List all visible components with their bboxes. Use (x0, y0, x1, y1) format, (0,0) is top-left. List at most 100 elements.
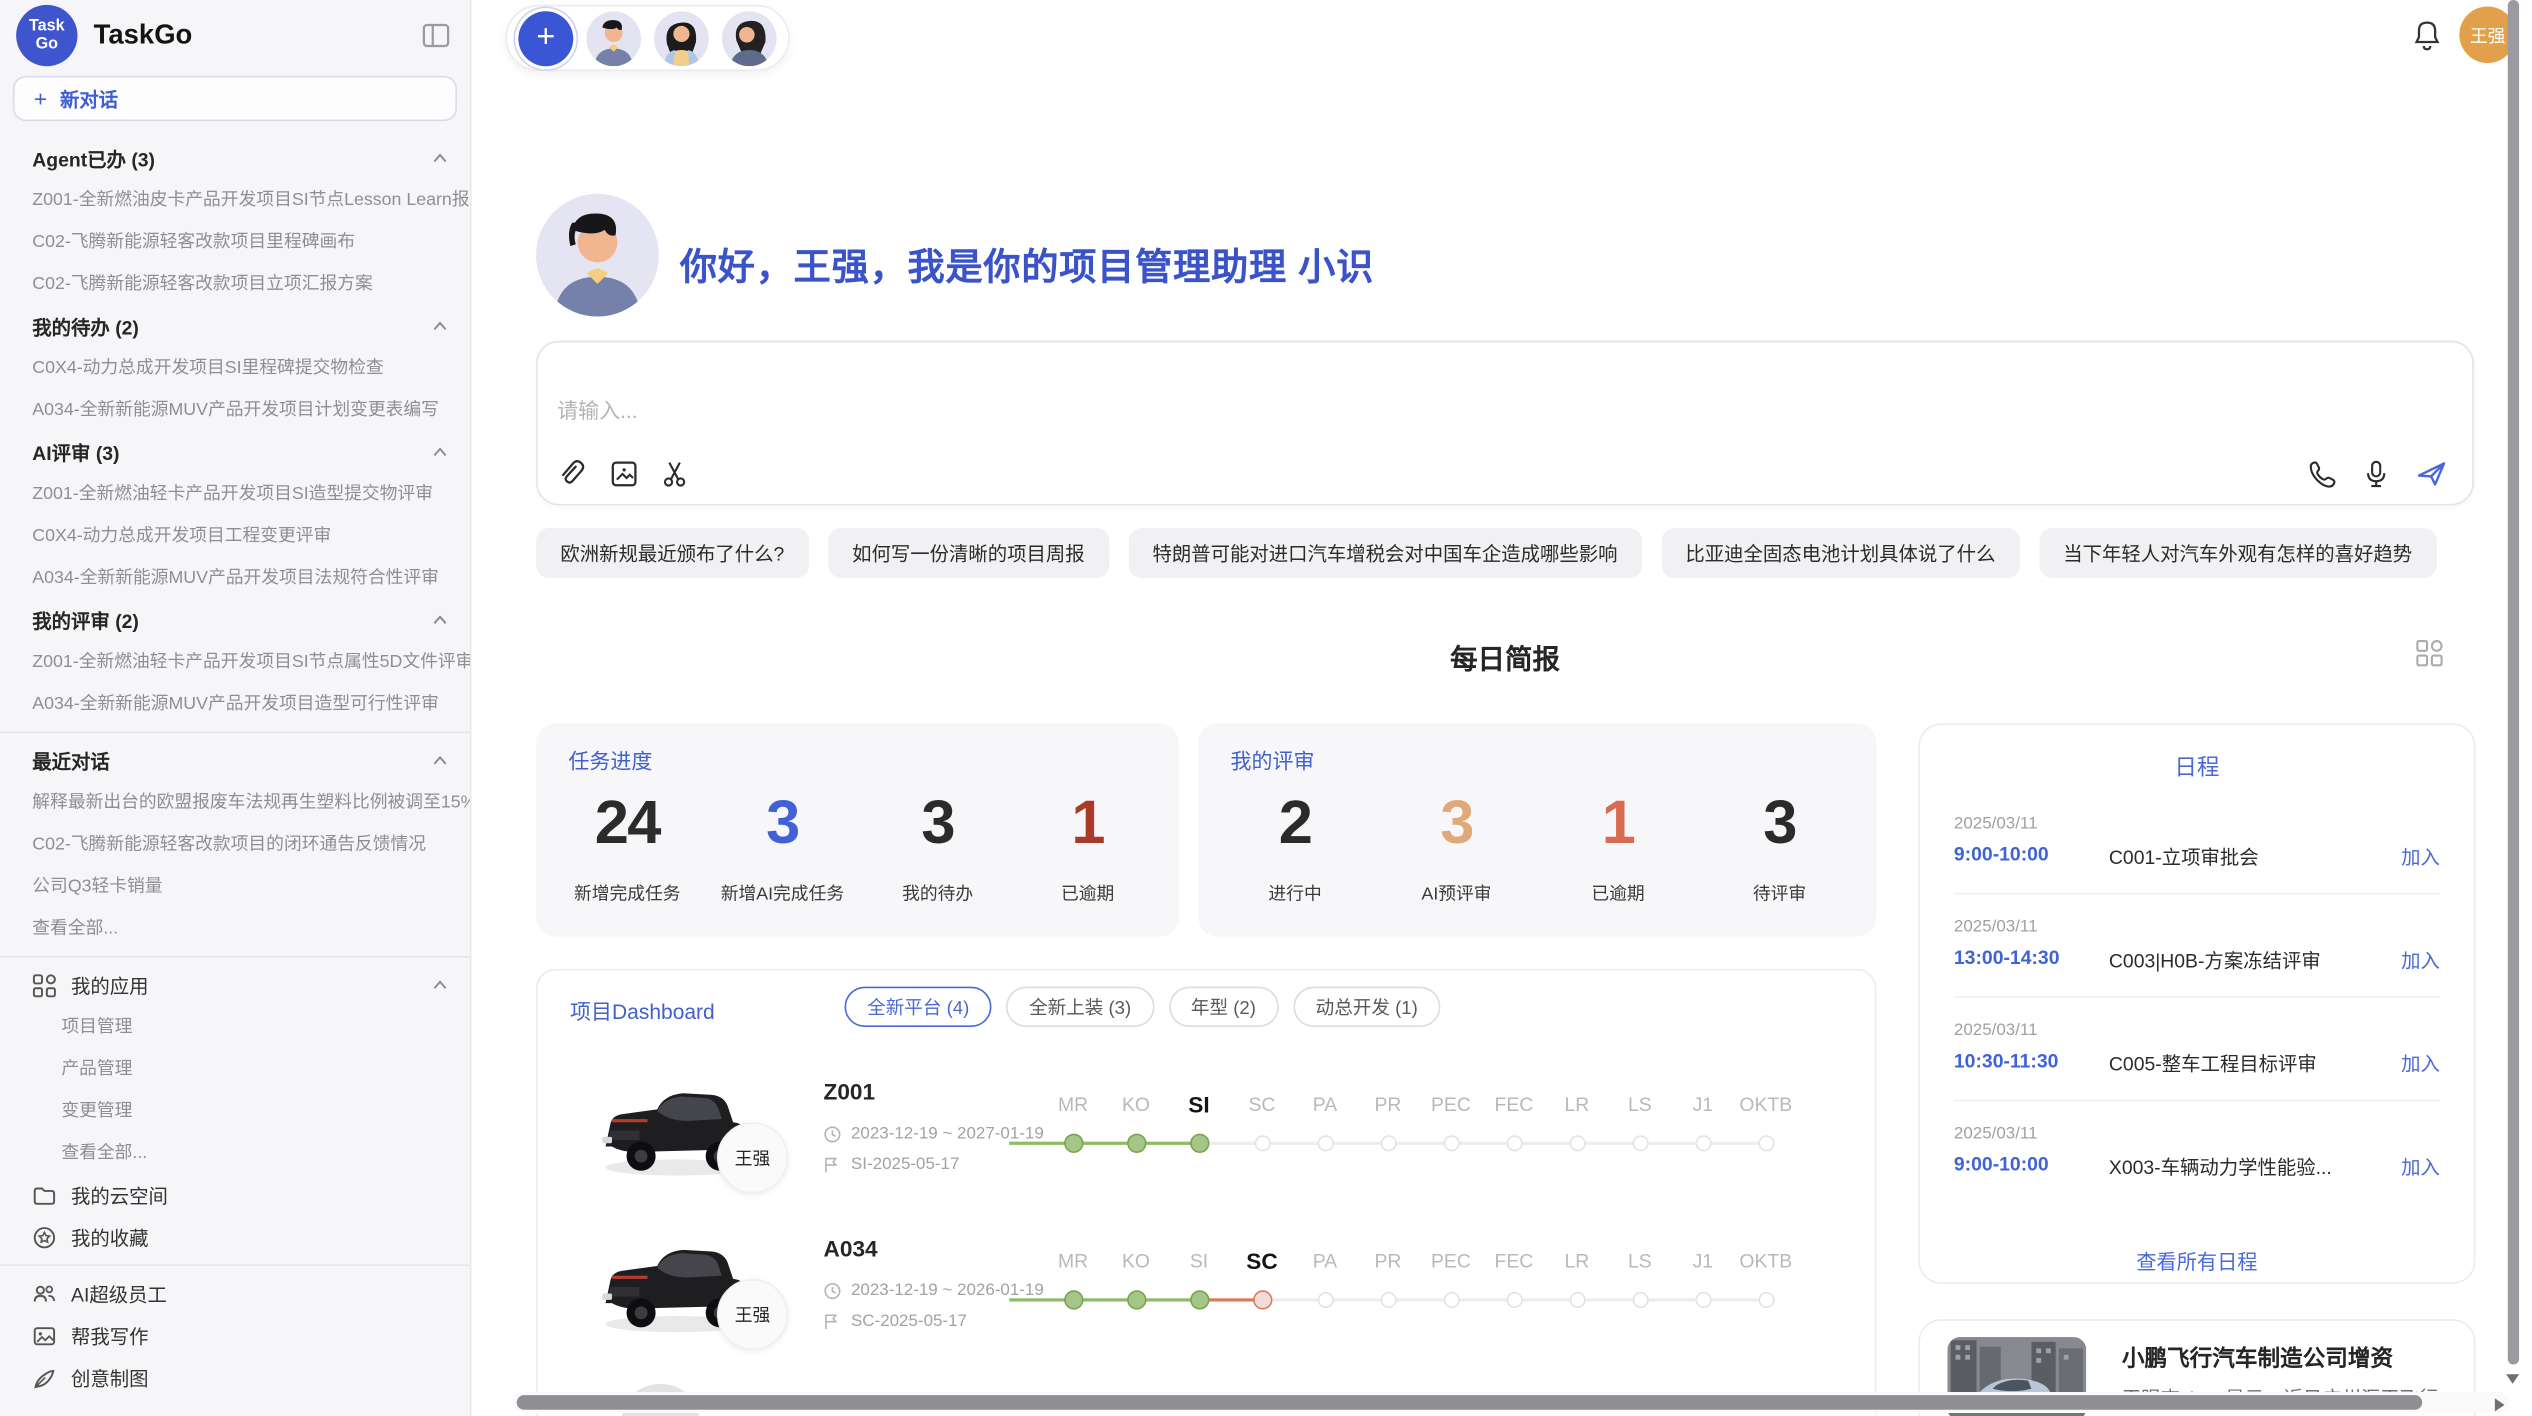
phone-call-icon[interactable] (2306, 459, 2337, 490)
suggestion-chip[interactable]: 当下年轻人对汽车外观有怎样的喜好趋势 (2039, 528, 2436, 578)
milestone-dot (1758, 1292, 1774, 1308)
milestone-station: KO (1105, 1242, 1168, 1326)
stat-cell: 3 我的待办 (881, 782, 994, 906)
schedule-join-link[interactable]: 加入 (2401, 1050, 2440, 1077)
task-progress-card: 任务进度 24 新增完成任务 3 新增AI完成任务 3 我的待办 1 已逾期 (536, 723, 1179, 936)
sidebar-task-item-label: 解释最新出台的欧盟报废车法规再生塑料比例被调至15%... (32, 793, 470, 812)
section-title: 最近对话 (32, 747, 110, 774)
sidebar-item-creative-draw[interactable]: 创意制图 (0, 1356, 470, 1398)
vertical-scrollbar-thumb[interactable] (2508, 0, 2519, 1365)
chevron-up-icon[interactable] (433, 447, 448, 457)
milestone-dot (1317, 1292, 1333, 1308)
sidebar-task-item[interactable]: Z001-全新燃油轻卡产品开发项目SI节点属性5D文件评审 (0, 641, 470, 683)
image-upload-icon[interactable] (609, 459, 640, 490)
chevron-up-icon[interactable] (433, 321, 448, 331)
attachment-icon[interactable] (557, 459, 588, 490)
horizontal-scrollbar-thumb[interactable] (517, 1395, 2422, 1410)
suggestion-chip-label: 当下年轻人对汽车外观有怎样的喜好趋势 (2063, 539, 2412, 566)
sidebar-item-ai-staff[interactable]: AI超级员工 (0, 1272, 470, 1314)
milestone-dot (1126, 1134, 1145, 1153)
sidebar-task-item[interactable]: C02-飞腾新能源轻客改款项目立项汇报方案 (0, 263, 470, 305)
assistant-avatar-3[interactable] (722, 10, 777, 65)
section-title: Agent已办 (3) (32, 145, 155, 172)
milestone-station: SC (1230, 1242, 1293, 1326)
dashboard-filter-chip[interactable]: 全新上装 (3) (1006, 987, 1153, 1027)
dashboard-filter-chip[interactable]: 年型 (2) (1168, 987, 1278, 1027)
schedule-event-name: C005-整车工程目标评审 (2109, 1050, 2317, 1077)
assistant-avatar-2[interactable] (654, 10, 709, 65)
scissors-icon[interactable] (660, 459, 691, 490)
chevron-up-icon[interactable] (433, 153, 448, 163)
sidebar-task-item[interactable]: A034-全新新能源MUV产品开发项目造型可行性评审 (0, 683, 470, 725)
chevron-up-icon[interactable] (433, 756, 448, 766)
sidebar-section-my-review[interactable]: 我的评审 (2) (0, 599, 470, 641)
schedule-join-link[interactable]: 加入 (2401, 1153, 2440, 1180)
schedule-view-all[interactable]: 查看所有日程 (1920, 1245, 2474, 1276)
dashboard-filter-chip[interactable]: 动总开发 (1) (1293, 987, 1440, 1027)
sidebar-app-item[interactable]: 变更管理 (0, 1090, 470, 1132)
suggestion-chip[interactable]: 欧洲新规最近颁布了什么? (536, 528, 808, 578)
sidebar-collapse-icon[interactable] (421, 21, 450, 50)
schedule-entry: 2025/03/11 9:00-10:00 X003-车辆动力学性能验... 加… (1954, 1111, 2440, 1214)
send-icon[interactable] (2416, 459, 2447, 490)
sidebar-task-item[interactable]: C0X4-动力总成开发项目工程变更评审 (0, 515, 470, 557)
sidebar-item-my-apps[interactable]: 我的应用 (0, 964, 470, 1006)
chevron-up-icon[interactable] (433, 980, 448, 990)
my-review-stats: 2 进行中 3 AI预评审 1 已逾期 3 待评审 (1214, 782, 1860, 906)
sidebar-task-item[interactable]: Z001-全新燃油轻卡产品开发项目SI造型提交物评审 (0, 473, 470, 515)
milestone-tag: SC-2025-05-17 (851, 1311, 967, 1330)
sidebar-section-recent[interactable]: 最近对话 (0, 740, 470, 782)
milestone-dot (1632, 1292, 1648, 1308)
schedule-join-link[interactable]: 加入 (2401, 843, 2440, 870)
sidebar-task-item[interactable]: 解释最新出台的欧盟报废车法规再生塑料比例被调至15%... (0, 782, 470, 824)
sidebar-item-help-write[interactable]: 帮我写作 (0, 1314, 470, 1356)
add-assistant-button[interactable]: + (518, 10, 573, 65)
sidebar-item-cloud-space[interactable]: 我的云空间 (0, 1174, 470, 1216)
stat-label: 已逾期 (1562, 880, 1675, 906)
message-input[interactable] (554, 397, 1691, 424)
sidebar-item-favorites[interactable]: 我的收藏 (0, 1216, 470, 1258)
milestone-label: KO (1105, 1242, 1168, 1281)
dashboard-filter-chip[interactable]: 全新平台 (4) (845, 987, 992, 1027)
sidebar-app-item-label: 项目管理 (61, 1017, 132, 1036)
project-dates: 2023-12-19 ~ 2027-01-19 (824, 1124, 1044, 1143)
sidebar-task-item-label: C0X4-动力总成开发项目工程变更评审 (32, 526, 331, 545)
message-composer (536, 341, 2474, 506)
sidebar-section-ai-review[interactable]: AI评审 (3) (0, 431, 470, 473)
microphone-icon[interactable] (2361, 459, 2392, 490)
assistant-avatar-1[interactable] (586, 10, 641, 65)
sidebar-task-item-label: Z001-全新燃油皮卡产品开发项目SI节点Lesson Learn报告 (32, 191, 470, 210)
sidebar-task-item[interactable]: A034-全新新能源MUV产品开发项目法规符合性评审 (0, 557, 470, 599)
scroll-right-arrow[interactable] (2495, 1398, 2505, 1411)
recent-view-all[interactable]: 查看全部... (0, 908, 470, 950)
project-row[interactable]: 王强 Z001 2023-12-19 ~ 2027-01-19 SI-2025-… (538, 1051, 1875, 1208)
project-row[interactable]: 王强 A034 2023-12-19 ~ 2026-01-19 SC-2025-… (538, 1208, 1875, 1365)
help-write-label: 帮我写作 (71, 1322, 149, 1349)
scroll-down-arrow[interactable] (2506, 1374, 2519, 1384)
suggestion-chip-label: 特朗普可能对进口汽车增税会对中国车企造成哪些影响 (1152, 539, 1617, 566)
milestone-station: LS (1608, 1085, 1671, 1169)
chevron-up-icon[interactable] (433, 615, 448, 625)
sidebar-task-item[interactable]: C02-飞腾新能源轻客改款项目里程碑画布 (0, 221, 470, 263)
apps-view-all[interactable]: 查看全部... (0, 1132, 470, 1174)
schedule-entry: 2025/03/11 9:00-10:00 C001-立项审批会 加入 (1954, 801, 2440, 904)
suggestion-chip[interactable]: 特朗普可能对进口汽车增税会对中国车企造成哪些影响 (1128, 528, 1642, 578)
recent-chat-list: 解释最新出台的欧盟报废车法规再生塑料比例被调至15%... C02-飞腾新能源轻客… (0, 782, 470, 908)
sidebar-task-item[interactable]: 公司Q3轻卡销量 (0, 866, 470, 908)
suggestion-chip[interactable]: 如何写一份清晰的项目周报 (828, 528, 1109, 578)
sidebar-task-item[interactable]: C0X4-动力总成开发项目SI里程碑提交物检查 (0, 347, 470, 389)
sidebar-app-item[interactable]: 产品管理 (0, 1048, 470, 1090)
sidebar-task-item[interactable]: Z001-全新燃油皮卡产品开发项目SI节点Lesson Learn报告 (0, 179, 470, 221)
sidebar-task-item[interactable]: A034-全新新能源MUV产品开发项目计划变更表编写 (0, 389, 470, 431)
sidebar-task-item[interactable]: C02-飞腾新能源轻客改款项目的闭环通告反馈情况 (0, 824, 470, 866)
sidebar-app-item[interactable]: 项目管理 (0, 1006, 470, 1048)
schedule-join-link[interactable]: 加入 (2401, 946, 2440, 973)
folder-icon (32, 1183, 56, 1207)
sidebar-section-agent-done[interactable]: Agent已办 (3) (0, 137, 470, 179)
notification-bell-icon[interactable] (2413, 19, 2442, 51)
sidebar-section-my-todo[interactable]: 我的待办 (2) (0, 305, 470, 347)
milestone-dot (1063, 1290, 1082, 1309)
suggestion-chip[interactable]: 比亚迪全固态电池计划具体说了什么 (1661, 528, 2020, 578)
new-chat-button[interactable]: + 新对话 (13, 76, 457, 121)
layout-grid-icon[interactable] (2416, 639, 2443, 666)
